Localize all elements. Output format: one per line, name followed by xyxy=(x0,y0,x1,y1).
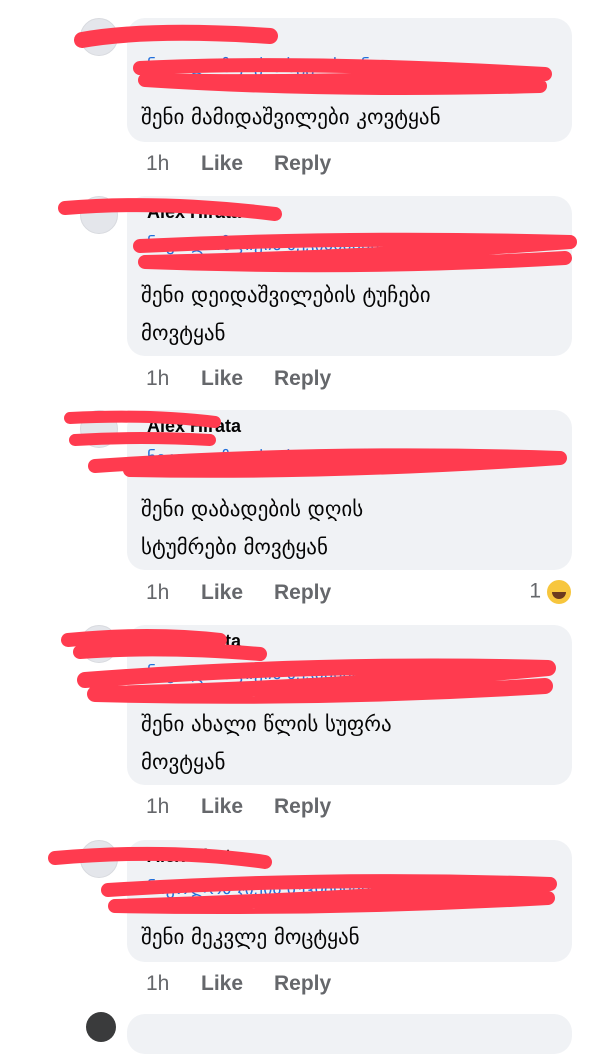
comment-line: მოვტყან xyxy=(141,750,226,774)
comment-text: შენი მეკვლე მოცტყან xyxy=(141,918,360,956)
comment-line: შენი მეკვლე მოცტყან xyxy=(141,925,360,949)
comment-text: შენი მამიდაშვილები კოვტყან xyxy=(141,98,441,136)
avatar[interactable] xyxy=(80,196,118,234)
timestamp: 1h xyxy=(146,367,170,390)
tagged-user[interactable]: ნიკოლოზ ჯიქია სუკიასიანი xyxy=(147,234,547,255)
timestamp: 1h xyxy=(146,152,170,175)
reply-button[interactable]: Reply xyxy=(274,972,331,996)
avatar[interactable] xyxy=(80,18,118,56)
haha-emoji-icon xyxy=(545,578,573,606)
comment-line: შენი დაბადების დღის xyxy=(141,497,364,521)
tagged-user[interactable]: ნიკოლოზ ჯიქია სუკიასიანი xyxy=(147,878,547,899)
timestamp: 1h xyxy=(146,972,170,995)
comment-bubble[interactable]: Alex Hirata ნიკოლოზ ჯიქია სუკიასიანი შენ… xyxy=(127,840,572,962)
comment-line: შენი ახალი წლის სუფრა xyxy=(141,712,392,736)
comment-text: შენი დაბადების დღის სტუმრები მოვტყან xyxy=(141,490,363,566)
reply-button[interactable]: Reply xyxy=(274,367,331,391)
reaction-summary[interactable]: 1 xyxy=(529,578,573,606)
comment-line: სტუმრები მოვტყან xyxy=(141,535,328,559)
tagged-user[interactable]: ნიკოლოზ ჯიქია სუკიასიანი xyxy=(147,663,547,684)
like-button[interactable]: Like xyxy=(201,152,243,176)
comment-line: მოვტყან xyxy=(141,321,226,345)
like-button[interactable]: Like xyxy=(201,972,243,996)
author-name[interactable]: Alex Hirata xyxy=(147,846,241,867)
comment-bubble[interactable] xyxy=(127,1014,572,1054)
tagged-user[interactable]: ნიკოლოზ ჯიქია სუკიასიანი xyxy=(147,448,547,469)
reaction-count: 1 xyxy=(529,579,541,603)
reply-button[interactable]: Reply xyxy=(274,152,331,176)
like-button[interactable]: Like xyxy=(201,581,243,605)
like-button[interactable]: Like xyxy=(201,795,243,819)
avatar[interactable] xyxy=(80,625,118,663)
author-name[interactable]: Alex Hirata xyxy=(147,202,241,223)
reply-button[interactable]: Reply xyxy=(274,581,331,605)
comment-bubble[interactable]: Alex Hirata ნიკოლოზ ჯიქია სუკიასიანი შენ… xyxy=(127,196,572,356)
author-name[interactable]: Alex Hirata xyxy=(147,24,241,45)
comment-bubble[interactable]: Alex Hirata ნიკოლოზ ჯიქია სუკიასიანი შენ… xyxy=(127,625,572,785)
avatar[interactable] xyxy=(86,1012,116,1042)
like-button[interactable]: Like xyxy=(201,367,243,391)
avatar[interactable] xyxy=(80,840,118,878)
comment-text: შენი ახალი წლის სუფრა მოვტყან xyxy=(141,705,392,781)
author-name[interactable]: Alex Hirata xyxy=(147,631,241,652)
comment-bubble[interactable]: Alex Hirata ნიკოლოზ ჯიქია სუკიასიანი შენ… xyxy=(127,410,572,570)
tagged-user[interactable]: ნიკოლოზ ჯიქია სუკიასიანი xyxy=(147,56,547,77)
author-name[interactable]: Alex Hirata xyxy=(147,416,241,437)
timestamp: 1h xyxy=(146,581,170,604)
comment-line: შენი მამიდაშვილები კოვტყან xyxy=(141,105,441,129)
avatar[interactable] xyxy=(80,410,118,448)
comment-text: შენი დეიდაშვილების ტუჩები მოვტყან xyxy=(141,276,431,352)
timestamp: 1h xyxy=(146,795,170,818)
comment-bubble[interactable]: Alex Hirata ნიკოლოზ ჯიქია სუკიასიანი შენ… xyxy=(127,18,572,142)
comment-line: შენი დეიდაშვილების ტუჩები xyxy=(141,283,431,307)
reply-button[interactable]: Reply xyxy=(274,795,331,819)
